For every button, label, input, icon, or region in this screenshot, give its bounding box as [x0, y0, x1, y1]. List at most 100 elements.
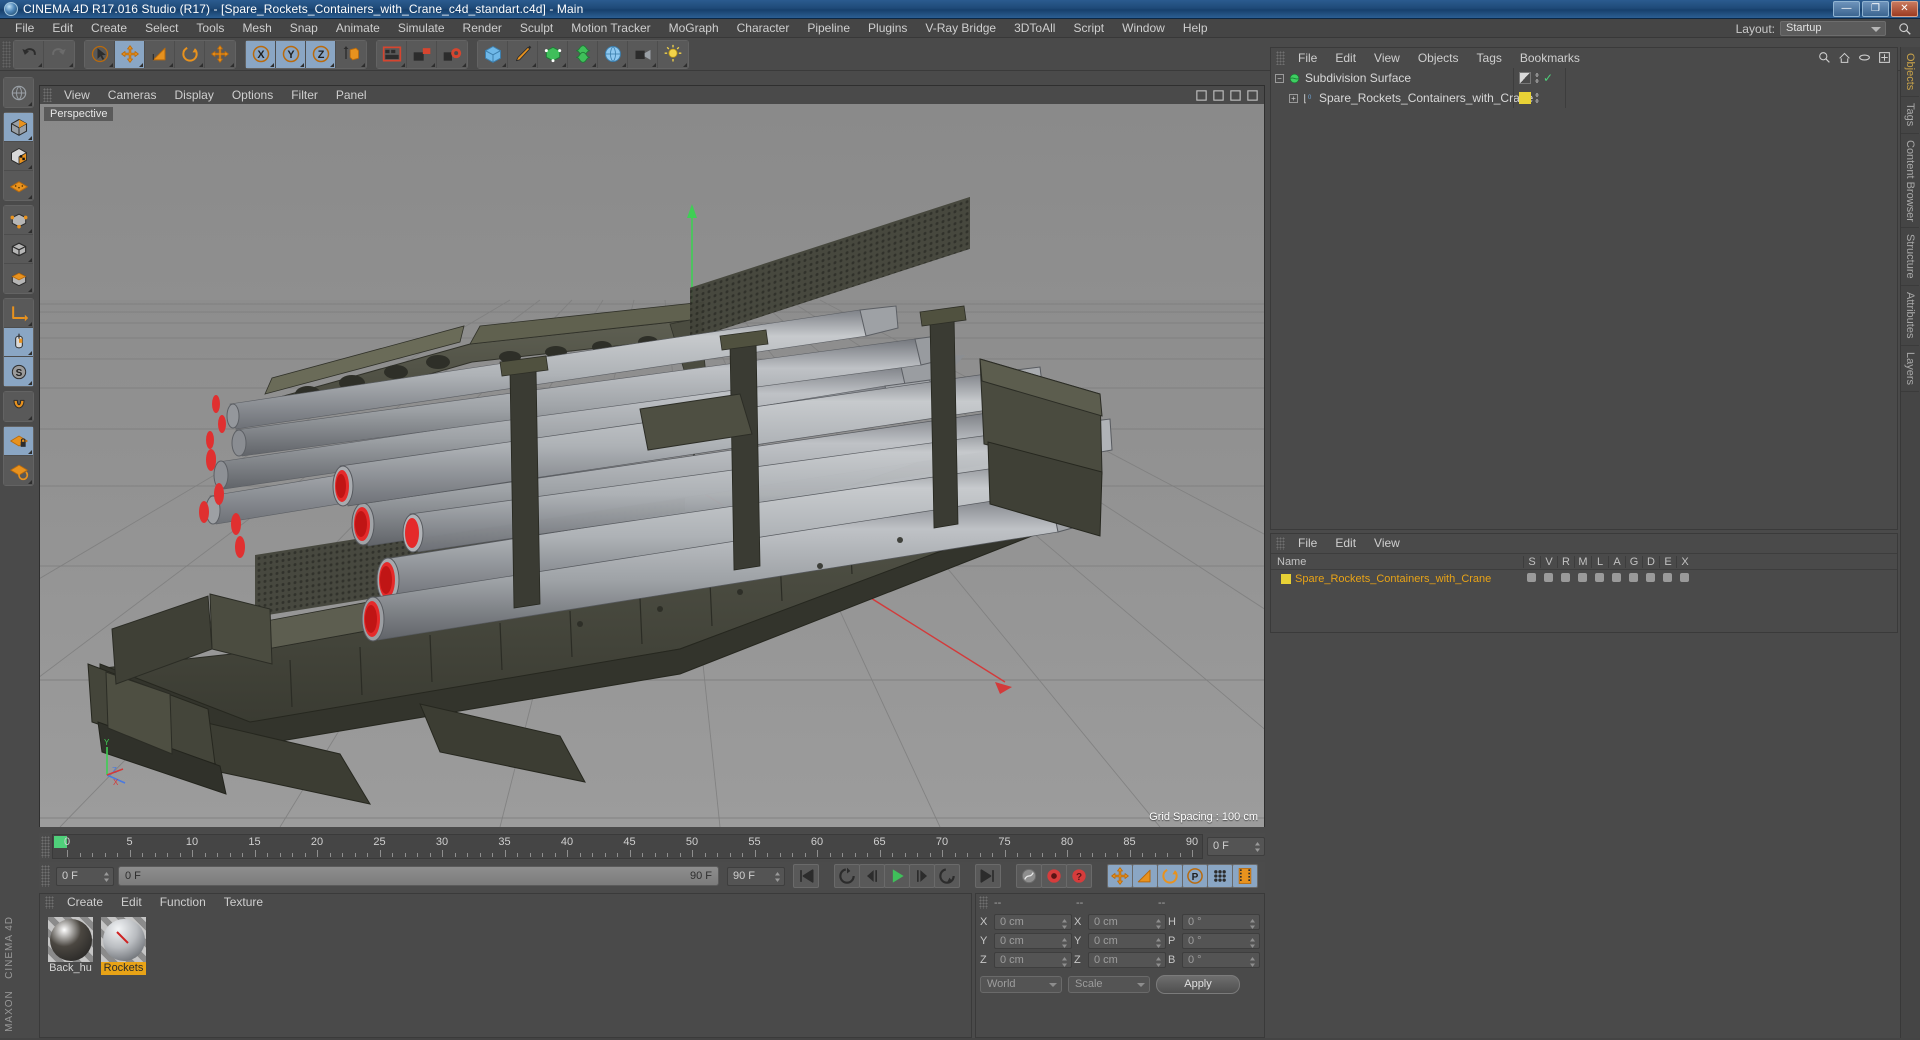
- spinner-icon[interactable]: [774, 871, 781, 883]
- left-texture-mode-button[interactable]: [4, 142, 33, 171]
- perspective-viewport[interactable]: Perspective Y Z X Grid Spacing: 100 cm: [40, 104, 1264, 827]
- viewport-menu-view[interactable]: View: [55, 86, 99, 104]
- coord-field-size[interactable]: 0 cm: [1088, 914, 1166, 930]
- left-planar-workplane-button[interactable]: [4, 456, 33, 485]
- layer-table-body[interactable]: Spare_Rockets_Containers_with_Crane: [1271, 570, 1897, 587]
- menu-item-file[interactable]: File: [6, 19, 43, 38]
- visibility-dots-icon[interactable]: [1535, 72, 1539, 84]
- menu-item-motion-tracker[interactable]: Motion Tracker: [562, 19, 659, 38]
- close-button[interactable]: ✕: [1891, 1, 1918, 17]
- coord-field-size[interactable]: 0 cm: [1088, 933, 1166, 949]
- toolbar-light-button[interactable]: [658, 40, 688, 68]
- left-soft-selection-button[interactable]: S: [4, 357, 33, 386]
- layout-dropdown[interactable]: Startup: [1780, 21, 1886, 36]
- layer-column-header[interactable]: A: [1608, 555, 1625, 568]
- toolbar-world-object-coord-button[interactable]: [336, 40, 366, 68]
- panel-grip-icon[interactable]: [979, 896, 988, 909]
- material-menu-function[interactable]: Function: [151, 894, 215, 911]
- material-menu-create[interactable]: Create: [58, 894, 112, 911]
- coord-field-position[interactable]: 0 cm: [994, 914, 1072, 930]
- menu-item-select[interactable]: Select: [136, 19, 187, 38]
- coordinate-mode-dropdown[interactable]: Scale: [1068, 976, 1150, 993]
- toolbar-render-settings-button[interactable]: [437, 40, 467, 68]
- timeline-frame-field[interactable]: 0 F: [1207, 837, 1265, 856]
- material-list[interactable]: Back_hu Rockets: [40, 911, 971, 1037]
- scale-key-button[interactable]: [1132, 864, 1158, 888]
- tree-expander-icon[interactable]: −: [1275, 73, 1284, 83]
- menu-item-help[interactable]: Help: [1174, 19, 1217, 38]
- menu-item-tools[interactable]: Tools: [187, 19, 233, 38]
- spinner-icon[interactable]: [1254, 841, 1261, 853]
- left-edges-mode-button[interactable]: [4, 235, 33, 264]
- coord-field-size[interactable]: 0 cm: [1088, 952, 1166, 968]
- spinner-icon[interactable]: [1155, 956, 1162, 968]
- left-viewport-solo-button[interactable]: [4, 328, 33, 357]
- param-key-button[interactable]: P: [1182, 864, 1208, 888]
- right-tab-layers[interactable]: Layers: [1901, 346, 1919, 392]
- menu-item-3dtoall[interactable]: 3DToAll: [1005, 19, 1064, 38]
- left-model-mode-button[interactable]: [4, 113, 33, 142]
- search-icon[interactable]: [1818, 51, 1831, 64]
- menu-item-snap[interactable]: Snap: [281, 19, 327, 38]
- toolbar-move-axis-button[interactable]: [205, 40, 235, 68]
- layer-animation-icon[interactable]: [1608, 572, 1625, 585]
- layer-column-header[interactable]: D: [1642, 555, 1659, 568]
- toolbar-move-button[interactable]: [115, 40, 145, 68]
- layer-color-swatch[interactable]: [1281, 573, 1291, 584]
- coord-field-position[interactable]: 0 cm: [994, 933, 1072, 949]
- toolbar-redo-button[interactable]: [44, 40, 74, 68]
- material-menu-edit[interactable]: Edit: [112, 894, 151, 911]
- panel-grip-icon[interactable]: [2, 40, 11, 68]
- toolbar-y-axis-button[interactable]: Y: [276, 40, 306, 68]
- layer-menu-file[interactable]: File: [1289, 534, 1326, 553]
- apply-button[interactable]: Apply: [1156, 975, 1240, 994]
- coord-field-position[interactable]: 0 cm: [994, 952, 1072, 968]
- layer-row[interactable]: Spare_Rockets_Containers_with_Crane: [1271, 570, 1897, 587]
- spinner-icon[interactable]: [1155, 918, 1162, 930]
- toolbar-pen-spline-button[interactable]: [508, 40, 538, 68]
- toolbar-camera-button[interactable]: [628, 40, 658, 68]
- layer-column-header[interactable]: R: [1557, 555, 1574, 568]
- maximize-button[interactable]: ❐: [1862, 1, 1889, 17]
- material-menu-texture[interactable]: Texture: [215, 894, 272, 911]
- home-icon[interactable]: [1838, 51, 1851, 64]
- autokey-button[interactable]: [1016, 864, 1042, 888]
- menu-item-character[interactable]: Character: [728, 19, 799, 38]
- left-magnet-snap-button[interactable]: [4, 392, 33, 421]
- material-item[interactable]: Rockets: [101, 917, 146, 1031]
- object-menu-objects[interactable]: Objects: [1409, 48, 1468, 68]
- toolbar-scale-button[interactable]: [145, 40, 175, 68]
- layer-column-header[interactable]: S: [1523, 555, 1540, 568]
- layer-xref-icon[interactable]: [1676, 572, 1693, 585]
- menu-item-sculpt[interactable]: Sculpt: [511, 19, 562, 38]
- menu-item-mograph[interactable]: MoGraph: [660, 19, 728, 38]
- search-icon[interactable]: [1898, 22, 1912, 36]
- object-menu-bookmarks[interactable]: Bookmarks: [1511, 48, 1589, 68]
- object-menu-edit[interactable]: Edit: [1326, 48, 1365, 68]
- right-tab-objects[interactable]: Objects: [1901, 47, 1919, 98]
- layer-render-icon[interactable]: [1557, 572, 1574, 585]
- panel-grip-icon[interactable]: [1276, 51, 1285, 65]
- coord-field-rotation[interactable]: 0 °: [1182, 933, 1260, 949]
- layer-expression-icon[interactable]: [1659, 572, 1676, 585]
- expand-icon[interactable]: [1878, 51, 1891, 64]
- object-tag-icon[interactable]: [1519, 72, 1531, 84]
- rotation-key-button[interactable]: [1157, 864, 1183, 888]
- object-tree-row[interactable]: +0 Spare_Rockets_Containers_with_Crane: [1271, 88, 1897, 108]
- object-tree-row[interactable]: − Subdivision Surface ✓: [1271, 68, 1897, 88]
- enabled-check-icon[interactable]: ✓: [1543, 71, 1553, 85]
- time-range-slider[interactable]: 0 F 90 F: [118, 866, 719, 886]
- go-to-start-button[interactable]: [793, 864, 819, 888]
- toolbar-undo-button[interactable]: [14, 40, 44, 68]
- layer-deformer-icon[interactable]: [1642, 572, 1659, 585]
- coord-field-rotation[interactable]: 0 °: [1182, 914, 1260, 930]
- menu-item-plugins[interactable]: Plugins: [859, 19, 916, 38]
- toolbar-deformer-button[interactable]: [568, 40, 598, 68]
- menu-item-simulate[interactable]: Simulate: [389, 19, 454, 38]
- layer-column-header[interactable]: M: [1574, 555, 1591, 568]
- right-tab-content-browser[interactable]: Content Browser: [1901, 134, 1919, 229]
- previous-key-button[interactable]: [834, 864, 860, 888]
- coordinate-system-dropdown[interactable]: World: [980, 976, 1062, 993]
- panel-grip-icon[interactable]: [45, 896, 54, 909]
- layer-visible-icon[interactable]: [1540, 572, 1557, 585]
